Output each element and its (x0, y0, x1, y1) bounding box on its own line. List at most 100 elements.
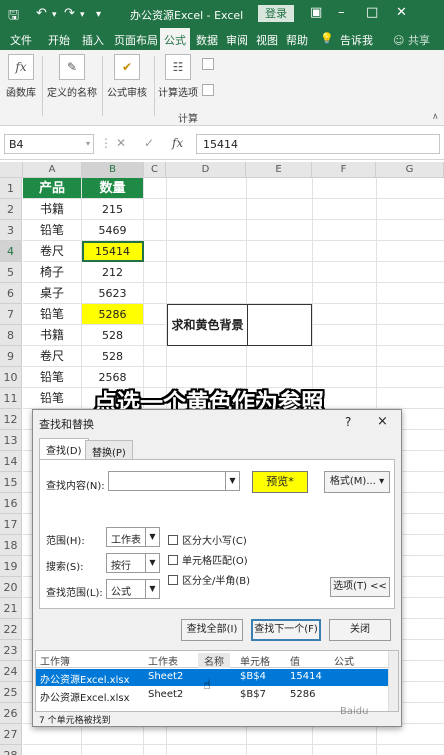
row-header[interactable]: 6 (0, 283, 22, 304)
cell-a[interactable]: 铅笔 (23, 367, 82, 388)
tab-page-layout[interactable]: 页面布局 (114, 32, 158, 48)
column-header[interactable]: B (82, 162, 144, 178)
insert-function-icon[interactable]: fx (172, 136, 183, 150)
calculate-sheet-icon[interactable] (202, 84, 214, 96)
dialog-close-icon[interactable]: × (377, 414, 388, 429)
undo-dropdown-icon[interactable]: ▾ (52, 10, 57, 20)
row-header[interactable]: 9 (0, 346, 22, 367)
tell-me-search[interactable]: 告诉我 (340, 32, 373, 48)
defined-names-button[interactable]: ✎ 定义的名称 (46, 54, 98, 99)
redo-dropdown-icon[interactable]: ▾ (80, 10, 85, 20)
cell-a[interactable]: 书籍 (23, 199, 82, 220)
ribbon-display-icon[interactable]: ▣ (310, 5, 322, 20)
row-header[interactable]: 25 (0, 682, 22, 703)
row-header[interactable]: 22 (0, 619, 22, 640)
match-case-checkbox[interactable]: 区分大小写(C) (168, 532, 247, 547)
row-header[interactable]: 12 (0, 409, 22, 430)
results-col-name[interactable]: 名称 (198, 653, 230, 668)
cell-b[interactable]: 数量 (82, 178, 144, 199)
row-header[interactable]: 28 (0, 745, 22, 755)
column-header[interactable]: E (246, 162, 312, 178)
result-row[interactable]: 办公资源Excel.xlsx Sheet2 $B$4 15414 (36, 669, 388, 686)
row-header[interactable]: 4 (0, 241, 22, 262)
results-col-formula[interactable]: 公式 (334, 653, 354, 668)
name-box-dropdown-icon[interactable]: ▾ (86, 139, 90, 148)
results-col-value[interactable]: 值 (290, 653, 300, 668)
minimize-icon[interactable]: – (338, 5, 345, 20)
results-list[interactable]: 工作簿 工作表 名称 单元格 值 公式 办公资源Excel.xlsx Sheet… (35, 650, 399, 712)
cell-b[interactable] (82, 745, 144, 755)
cell-a[interactable]: 书籍 (23, 325, 82, 346)
enter-icon[interactable]: ✓ (144, 136, 154, 150)
options-button[interactable]: 选项(T) << (330, 577, 390, 597)
cell-b[interactable]: 212 (82, 262, 144, 283)
cell-b[interactable]: 528 (82, 325, 144, 346)
row-header[interactable]: 8 (0, 325, 22, 346)
close-icon[interactable]: ✕ (396, 5, 407, 20)
cell-a[interactable] (23, 745, 82, 755)
row-header[interactable]: 24 (0, 661, 22, 682)
look-in-select[interactable]: 公式 ▼ (106, 579, 160, 599)
customize-toolbar-icon[interactable]: ▾ (96, 9, 101, 20)
tab-formulas[interactable]: 公式 (160, 28, 190, 50)
cell-a[interactable]: 椅子 (23, 262, 82, 283)
results-col-book[interactable]: 工作簿 (40, 653, 70, 668)
cell-a[interactable]: 产品 (23, 178, 82, 199)
results-col-sheet[interactable]: 工作表 (148, 653, 178, 668)
tab-view[interactable]: 视图 (256, 32, 278, 48)
name-box[interactable]: B4 (4, 134, 94, 154)
cell-b[interactable]: 215 (82, 199, 144, 220)
row-header[interactable]: 13 (0, 430, 22, 451)
sum-yellow-cell-box[interactable]: 求和黄色背景 (167, 304, 312, 346)
redo-icon[interactable]: ↷ (64, 6, 75, 21)
match-entire-checkbox[interactable]: 单元格匹配(O) (168, 552, 248, 567)
tab-insert[interactable]: 插入 (82, 32, 104, 48)
formula-auditing-button[interactable]: ✔ 公式审核 (106, 54, 148, 99)
cell-a[interactable]: 铅笔 (23, 388, 82, 409)
column-header[interactable]: D (166, 162, 246, 178)
cancel-icon[interactable]: ✕ (116, 136, 126, 150)
row-header[interactable]: 14 (0, 451, 22, 472)
row-header[interactable]: 5 (0, 262, 22, 283)
row-header[interactable]: 16 (0, 493, 22, 514)
collapse-ribbon-icon[interactable]: ∧ (432, 112, 439, 122)
cell-b[interactable]: 5469 (82, 220, 144, 241)
format-button[interactable]: 格式(M)... ▾ (324, 471, 390, 493)
row-header[interactable]: 21 (0, 598, 22, 619)
cell-a[interactable]: 铅笔 (23, 304, 82, 325)
cell-a[interactable]: 卷尺 (23, 241, 82, 262)
column-header[interactable]: F (312, 162, 376, 178)
cell-b[interactable]: 5623 (82, 283, 144, 304)
match-byte-checkbox[interactable]: 区分全/半角(B) (168, 572, 250, 587)
tab-help[interactable]: 帮助 (286, 32, 308, 48)
row-header[interactable]: 26 (0, 703, 22, 724)
chevron-down-icon[interactable]: ▼ (225, 472, 239, 490)
row-header[interactable]: 1 (0, 178, 22, 199)
login-button[interactable]: 登录 (258, 5, 294, 22)
row-header[interactable]: 23 (0, 640, 22, 661)
row-header[interactable]: 10 (0, 367, 22, 388)
result-row[interactable]: 办公资源Excel.xlsx Sheet2 $B$7 5286 (36, 687, 388, 704)
row-header[interactable]: 2 (0, 199, 22, 220)
save-icon[interactable]: 🖫 (8, 6, 19, 28)
cell-b[interactable]: 15414 (82, 241, 144, 262)
row-header[interactable]: 20 (0, 577, 22, 598)
help-icon[interactable]: ? (345, 415, 351, 429)
row-header[interactable]: 15 (0, 472, 22, 493)
row-header[interactable]: 7 (0, 304, 22, 325)
function-library-button[interactable]: fx 函数库 (6, 54, 36, 99)
row-header[interactable]: 19 (0, 556, 22, 577)
column-header[interactable]: C (144, 162, 166, 178)
close-button[interactable]: 关闭 (329, 619, 391, 641)
find-next-button[interactable]: 查找下一个(F) (251, 619, 321, 641)
within-select[interactable]: 工作表 ▼ (106, 527, 160, 547)
formula-input[interactable]: 15414 (196, 134, 440, 154)
row-header[interactable]: 18 (0, 535, 22, 556)
column-header[interactable]: A (23, 162, 82, 178)
cell-a[interactable]: 铅笔 (23, 220, 82, 241)
undo-icon[interactable]: ↶ (36, 6, 47, 21)
tab-data[interactable]: 数据 (196, 32, 218, 48)
row-header[interactable]: 11 (0, 388, 22, 409)
results-col-cell[interactable]: 单元格 (240, 653, 270, 668)
cell-a[interactable]: 卷尺 (23, 346, 82, 367)
